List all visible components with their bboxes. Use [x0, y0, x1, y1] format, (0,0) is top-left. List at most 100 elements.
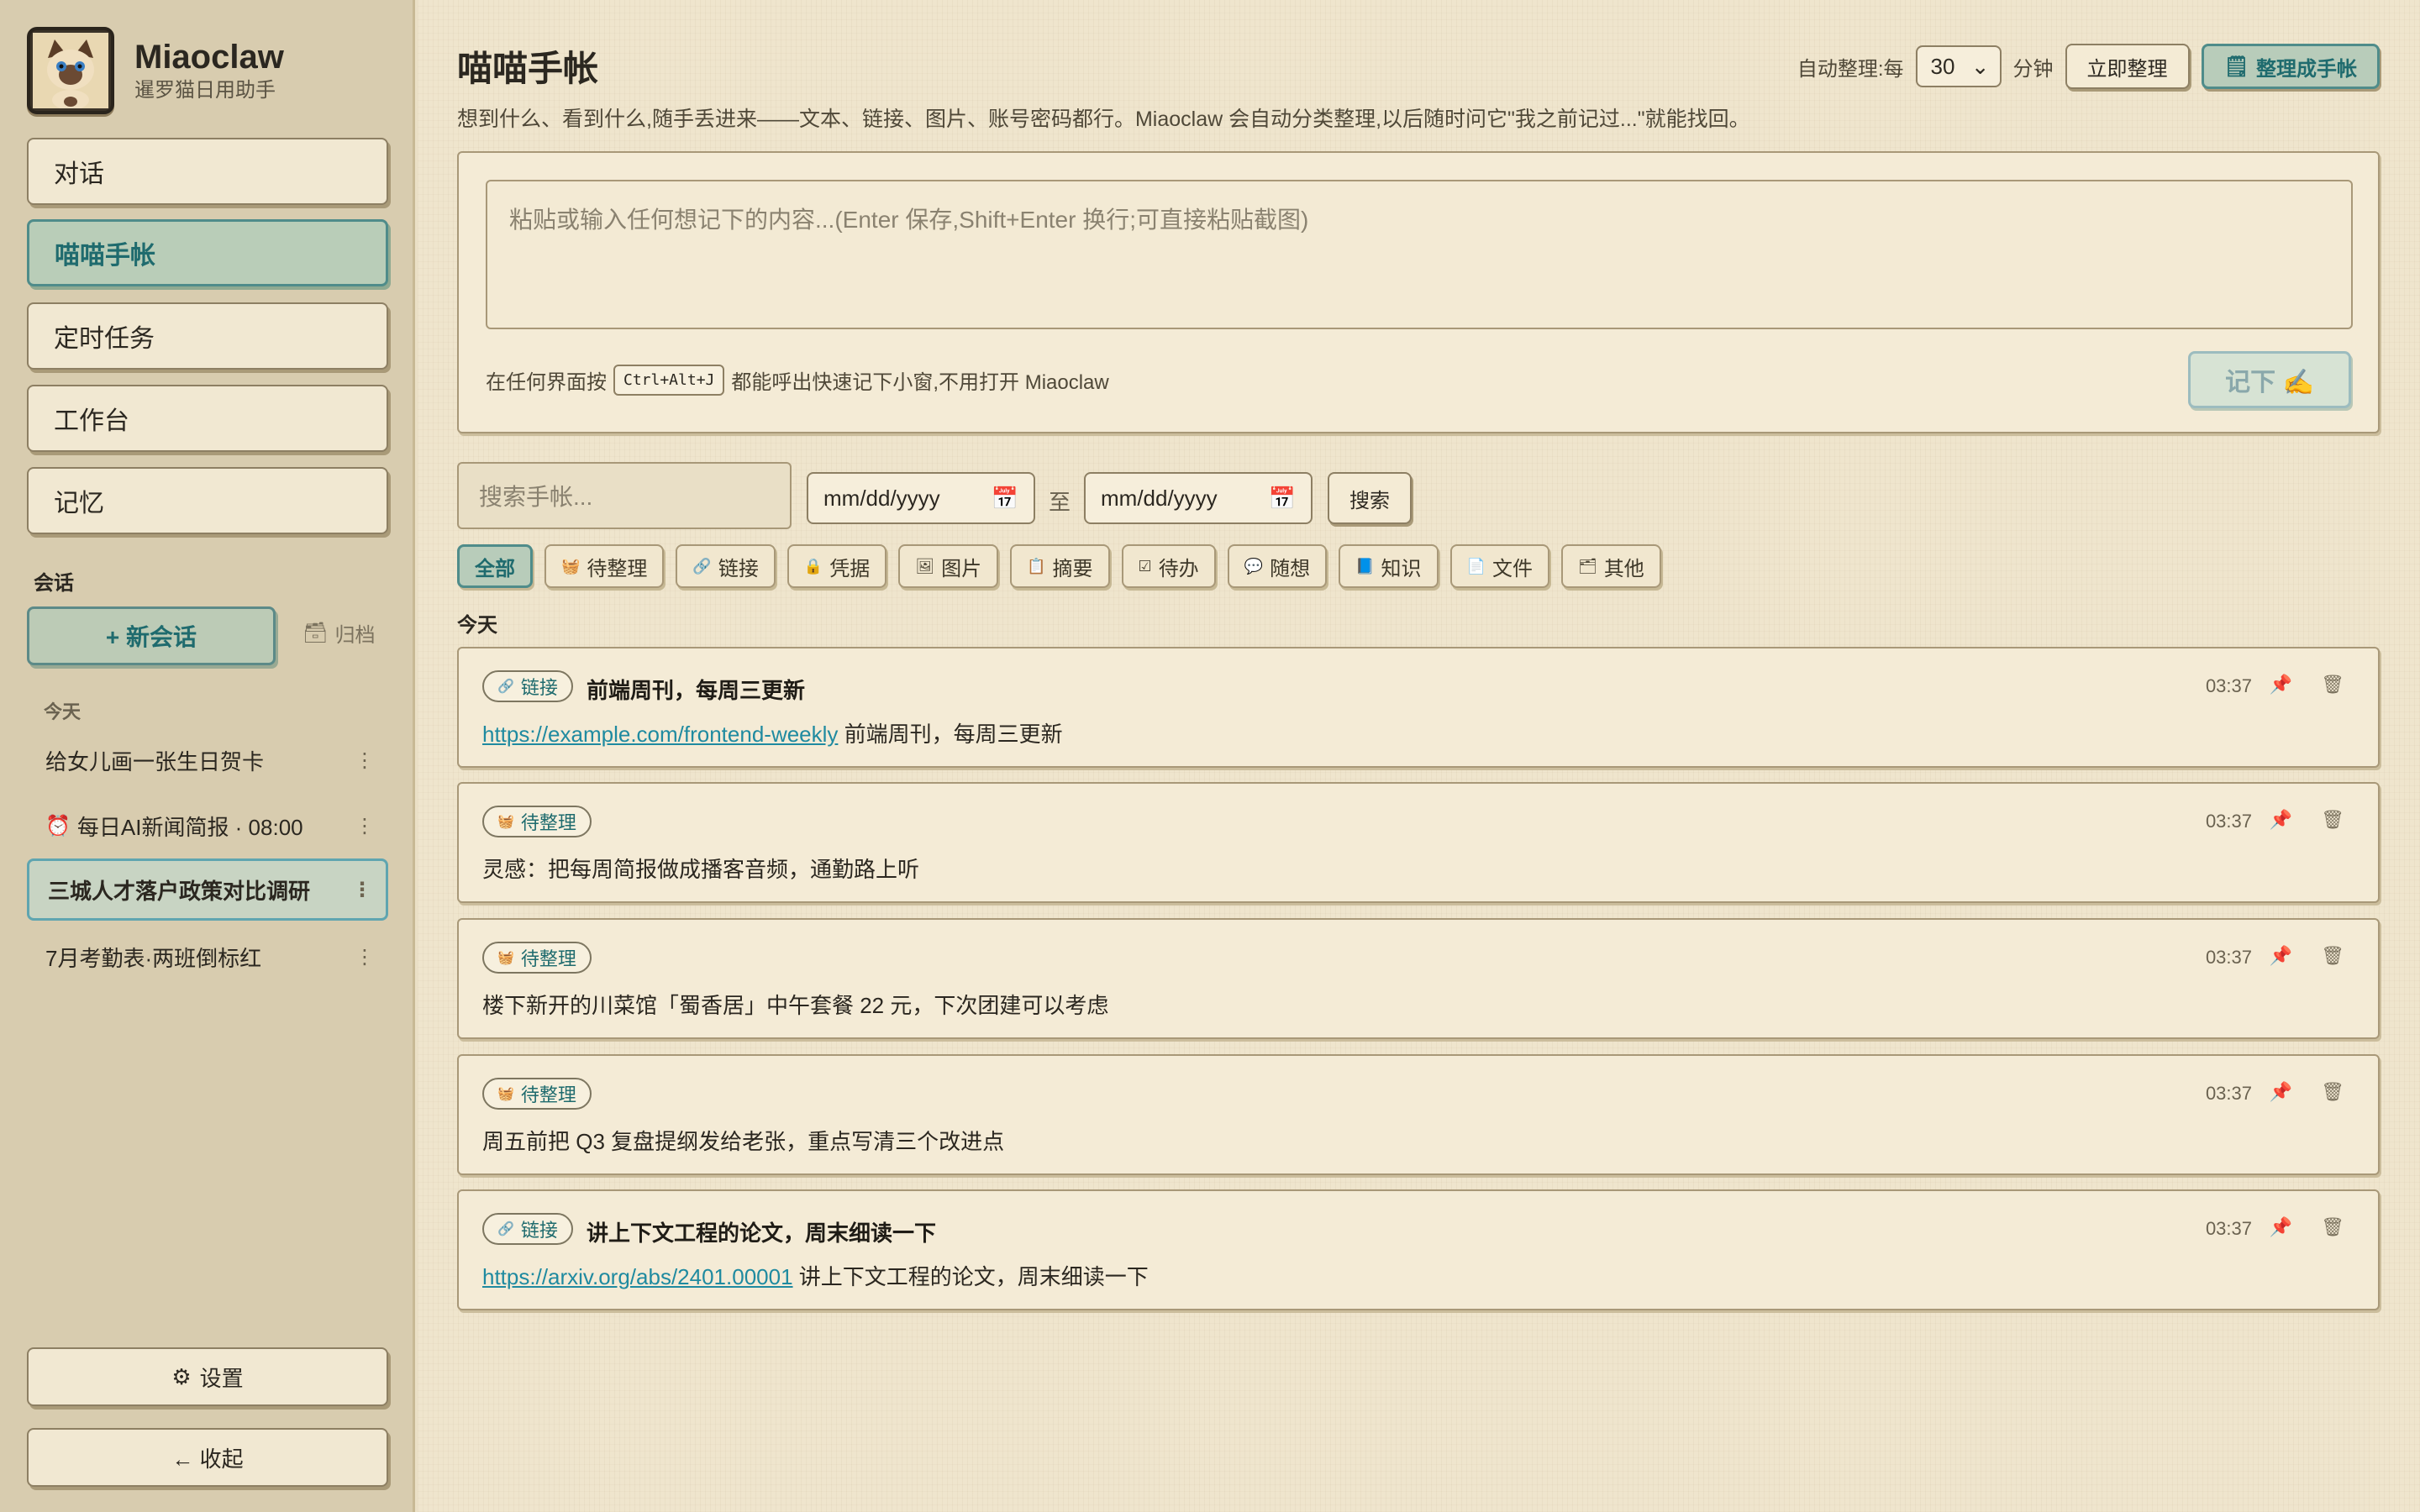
nav-notebook[interactable]: 喵喵手帐 [27, 219, 388, 286]
date-from-input[interactable]: mm/dd/yyyy 📅 [807, 472, 1035, 524]
trash-icon[interactable]: 🗑 [2321, 1216, 2344, 1238]
session-item-scheduled[interactable]: ⏰ 每日AI新闻简报 · 08:00 ⋮ [27, 795, 388, 857]
pin-icon[interactable]: 📌 [2270, 674, 2292, 696]
filter-links[interactable]: 🔗 链接 [676, 544, 776, 588]
category-tag[interactable]: 🔗 链接 [482, 1213, 573, 1245]
page-title: 喵喵手帐 [457, 49, 599, 88]
date-range-separator: 至 [1049, 490, 1071, 515]
nav-scheduled-tasks[interactable]: 定时任务 [27, 302, 388, 370]
category-tag[interactable]: 🔗 链接 [482, 670, 573, 702]
note-card[interactable]: 🧺 待整理 周五前把 Q3 复盘提纲发给老张，重点写清三个改进点 03:37 📌… [457, 1054, 2380, 1175]
make-notebook-button[interactable]: 🗒 整理成手帐 [2201, 44, 2380, 89]
search-input[interactable]: 搜索手帐... [457, 462, 792, 529]
note-body: 楼下新开的川菜馆「蜀香居」中午套餐 22 元，下次团建可以考虑 [482, 989, 1108, 1020]
tag-label: 链接 [520, 1220, 558, 1241]
note-body: https://arxiv.org/abs/2401.00001 讲上下文工程的… [482, 1260, 1149, 1291]
trash-icon[interactable]: 🗑 [2321, 674, 2344, 696]
chevron-down-icon: ⌄ [1970, 53, 1990, 79]
trash-icon[interactable]: 🗑 [2321, 809, 2344, 831]
filter-todos[interactable]: ☑ 待办 [1121, 544, 1216, 588]
note-text: 楼下新开的川菜馆「蜀香居」中午套餐 22 元，下次团建可以考虑 [482, 993, 1109, 1018]
filter-credentials[interactable]: 🔒 凭据 [786, 544, 887, 588]
pin-icon[interactable]: 📌 [2270, 1216, 2292, 1238]
hint-before: 在任何界面按 [486, 371, 607, 394]
nav-chat[interactable]: 对话 [27, 138, 388, 205]
sessions-section-label: 会话 [34, 572, 74, 595]
session-item[interactable]: 7月考勤表·两班倒标红 ⋮ [27, 926, 388, 988]
cat-logo-icon [27, 27, 114, 114]
filter-all[interactable]: 全部 [457, 544, 533, 588]
filter-images[interactable]: 🖼 图片 [898, 544, 999, 588]
note-card[interactable]: 🧺 待整理 楼下新开的川菜馆「蜀香居」中午套餐 22 元，下次团建可以考虑 03… [457, 918, 2380, 1039]
search-button[interactable]: 搜索 [1328, 472, 1412, 524]
more-icon[interactable]: ⋮ [355, 748, 375, 773]
note-card[interactable]: 🧺 待整理 灵感：把每周简报做成播客音频，通勤路上听 03:37 📌 🗑 [457, 782, 2380, 903]
session-label: 三城人才落户政策对比调研 [48, 878, 311, 904]
note-body: 周五前把 Q3 复盘提纲发给老张，重点写清三个改进点 [482, 1125, 1004, 1156]
collapse-sidebar-button[interactable]: ← 收起 [27, 1428, 388, 1487]
category-tag[interactable]: 🧺 待整理 [482, 806, 592, 837]
auto-organize-label: 自动整理:每 [1797, 57, 1904, 81]
filter-files[interactable]: 📄 文件 [1449, 544, 1549, 588]
date-to-input[interactable]: mm/dd/yyyy 📅 [1084, 472, 1313, 524]
image-icon: 🖼 [915, 557, 935, 575]
filter-label: 知识 [1381, 557, 1422, 580]
interval-value: 30 [1930, 53, 1955, 79]
more-icon[interactable]: ⋮ [355, 945, 375, 969]
link-icon: 🔗 [692, 557, 712, 575]
category-tag[interactable]: 🧺 待整理 [482, 1078, 592, 1110]
gear-icon: ⚙ [171, 1363, 192, 1389]
note-text: 前端周刊，每周三更新 [844, 722, 1063, 747]
alarm-clock-icon: ⏰ [45, 814, 71, 837]
pin-icon[interactable]: 📌 [2270, 1081, 2292, 1103]
nav-workbench[interactable]: 工作台 [27, 385, 388, 452]
link-icon: 🔗 [497, 680, 514, 694]
filter-other[interactable]: 🗂 其他 [1560, 544, 1661, 588]
category-filters: 全部 🧺 待整理 🔗 链接 🔒 凭据 🖼 图片 📋 摘要 ☑ 待办 💬 随想 📘… [457, 544, 1661, 588]
settings-button[interactable]: ⚙ 设置 [27, 1347, 388, 1406]
session-group-today: 今天 [44, 701, 82, 722]
note-card[interactable]: 🔗 链接 前端周刊，每周三更新 https://example.com/fron… [457, 647, 2380, 768]
archive-button[interactable]: 🗃 归档 [302, 618, 375, 648]
filter-label: 链接 [718, 557, 759, 580]
basket-icon: 🧺 [561, 557, 581, 575]
category-tag[interactable]: 🧺 待整理 [482, 942, 592, 974]
calendar-icon[interactable]: 📅 [992, 486, 1018, 512]
filter-summaries[interactable]: 📋 摘要 [1010, 544, 1110, 588]
filter-label: 凭据 [829, 557, 871, 580]
note-link[interactable]: https://arxiv.org/abs/2401.00001 [482, 1264, 793, 1289]
calendar-icon[interactable]: 📅 [1269, 486, 1296, 512]
save-note-button[interactable]: 记下 ✍️ [2188, 351, 2351, 408]
auto-organize-interval-select[interactable]: 30 ⌄ [1915, 45, 2002, 87]
trash-icon[interactable]: 🗑 [2321, 945, 2344, 967]
shortcut-key: Ctrl+Alt+J [613, 365, 725, 396]
pin-icon[interactable]: 📌 [2270, 809, 2292, 831]
new-session-button[interactable]: + 新会话 [27, 606, 276, 665]
note-text: 灵感：把每周简报做成播客音频，通勤路上听 [482, 857, 920, 882]
more-icon[interactable]: ⋮ [352, 878, 372, 902]
tag-label: 链接 [520, 677, 558, 698]
session-item[interactable]: 给女儿画一张生日贺卡 ⋮ [27, 729, 388, 791]
organize-now-button[interactable]: 立即整理 [2065, 44, 2190, 89]
basket-icon: 🧺 [497, 1087, 514, 1101]
trash-icon[interactable]: 🗑 [2321, 1081, 2344, 1103]
note-title: 前端周刊，每周三更新 [587, 678, 806, 703]
note-title: 讲上下文工程的论文，周末细读一下 [587, 1221, 937, 1246]
session-item-active[interactable]: 三城人才落户政策对比调研 ⋮ [27, 858, 388, 921]
note-time: 03:37 [2205, 1218, 2252, 1239]
date-to-value: mm/dd/yyyy [1101, 485, 1218, 511]
filter-knowledge[interactable]: 📘 知识 [1339, 544, 1439, 588]
note-link[interactable]: https://example.com/frontend-weekly [482, 722, 838, 747]
nav-memory[interactable]: 记忆 [27, 467, 388, 534]
basket-icon: 🧺 [497, 951, 514, 965]
note-input[interactable] [486, 180, 2353, 329]
auto-organize-controls: 自动整理:每 30 ⌄ 分钟 立即整理 🗒 整理成手帐 [1797, 44, 2380, 89]
session-label: 给女儿画一张生日贺卡 [45, 748, 265, 774]
filter-pending[interactable]: 🧺 待整理 [544, 544, 665, 588]
note-card[interactable]: 🔗 链接 讲上下文工程的论文，周末细读一下 https://arxiv.org/… [457, 1189, 2380, 1310]
brand: Miaoclaw 暹罗猫日用助手 [27, 27, 284, 114]
more-icon[interactable]: ⋮ [355, 814, 375, 838]
pin-icon[interactable]: 📌 [2270, 945, 2292, 967]
filter-label: 全部 [475, 557, 515, 580]
filter-thoughts[interactable]: 💬 随想 [1227, 544, 1328, 588]
